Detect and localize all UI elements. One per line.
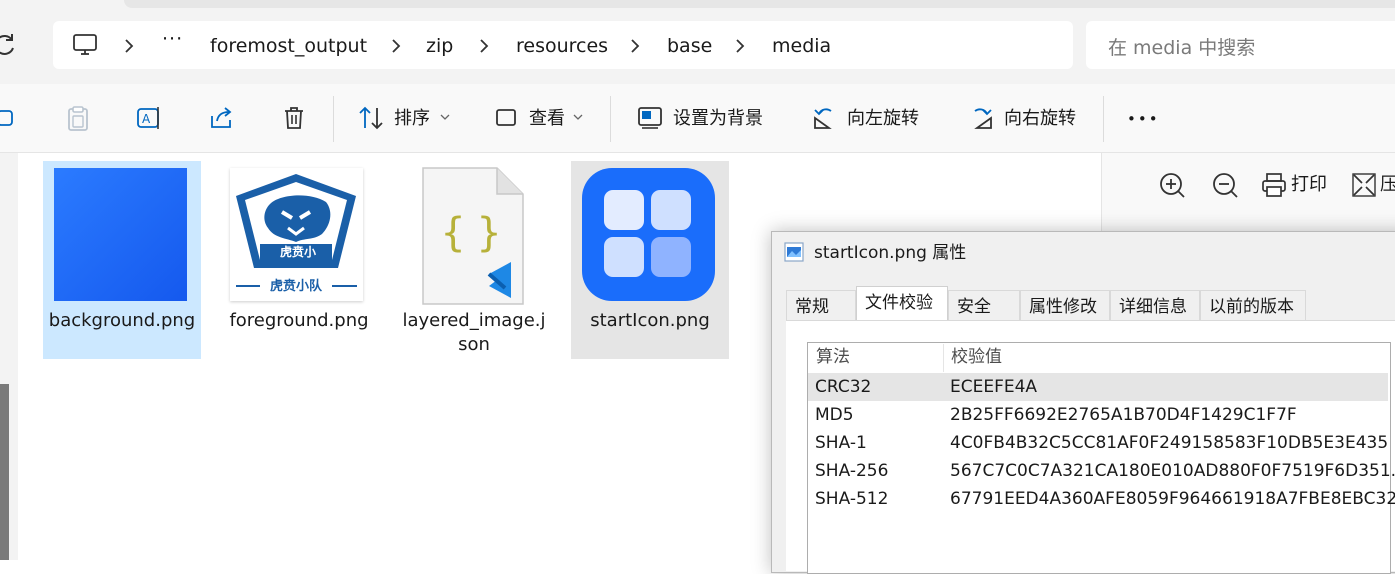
chevron-right-icon[interactable] (389, 37, 403, 55)
breadcrumb-resources[interactable]: resources (516, 33, 608, 59)
tab-strip (124, 0, 1395, 8)
table-row[interactable]: SHA-512 67791EED4A360AFE8059F964661918A7… (808, 485, 1395, 513)
algorithm-cell: CRC32 (815, 377, 872, 397)
tab-checksum[interactable]: 文件校验 (856, 286, 948, 322)
tab-general[interactable]: 常规 (786, 290, 856, 320)
paste-icon[interactable] (64, 104, 92, 132)
chevron-down-icon[interactable] (440, 113, 450, 121)
breadcrumb-zip[interactable]: zip (426, 33, 453, 59)
set-background-icon[interactable] (636, 104, 664, 132)
table-row[interactable]: SHA-256 567C7C0C7A321CA180E010AD880F0F75… (808, 457, 1395, 485)
delete-icon[interactable] (280, 104, 308, 132)
chevron-right-icon[interactable] (628, 37, 642, 55)
algorithm-cell: SHA-256 (815, 461, 889, 481)
dialog-title: startIcon.png 属性 (814, 243, 967, 263)
table-row[interactable]: MD5 2B25FF6692E2765A1B70D4F1429C1F7F (808, 401, 1388, 429)
rotate-left-icon[interactable] (811, 104, 839, 132)
breadcrumb-foremost-output[interactable]: foremost_output (210, 33, 367, 59)
svg-text:}: } (477, 210, 501, 256)
image-file-icon (784, 242, 804, 262)
table-row[interactable]: SHA-1 4C0FB4B32C5CC81AF0F249158583F10DB5… (808, 429, 1388, 457)
table-row[interactable]: CRC32 ECEEFE4A (808, 373, 1388, 401)
svg-text:{: { (441, 210, 465, 256)
tiger-team-logo-icon: 虎贲小队 虎贲小队 (230, 168, 363, 301)
checksum-cell: ECEEFE4A (950, 377, 1038, 397)
checksum-cell: 567C7C0C7A321CA180E010AD880F0F7519F6D351… (950, 461, 1395, 481)
checksum-cell: 2B25FF6692E2765A1B70D4F1429C1F7F (950, 405, 1297, 425)
blue-gradient-image-icon (54, 168, 187, 301)
file-item-foreground[interactable]: 虎贲小队 虎贲小队 foreground.png (220, 161, 378, 359)
tab-security[interactable]: 安全 (948, 290, 1020, 320)
algorithm-cell: SHA-512 (815, 489, 889, 509)
file-item-layered-image[interactable]: { } layered_image.json (395, 161, 553, 359)
view-button[interactable]: 查看 (529, 106, 565, 132)
file-name: startIcon.png (590, 310, 710, 331)
chevron-right-icon[interactable] (477, 37, 491, 55)
checksum-cell: 4C0FB4B32C5CC81AF0F249158583F10DB5E3E435 (950, 433, 1389, 453)
list-header (808, 343, 1388, 372)
rotate-right-button[interactable]: 向右旋转 (1004, 106, 1076, 132)
toolbar-divider (333, 96, 334, 142)
rename-icon[interactable]: A (136, 104, 164, 132)
column-header-checksum[interactable]: 校验值 (951, 345, 1002, 369)
compress-icon[interactable] (1350, 171, 1378, 199)
set-background-button[interactable]: 设置为背景 (673, 106, 763, 132)
rotate-left-button[interactable]: 向左旋转 (847, 106, 919, 132)
column-divider[interactable] (943, 344, 944, 372)
logo-text: 虎贲小队 (279, 245, 316, 259)
chevron-right-icon[interactable] (122, 37, 136, 55)
toolbar-divider (1103, 96, 1104, 142)
app-grid-icon (582, 168, 715, 301)
file-name: layered_image.json (402, 310, 546, 355)
nav-scrollbar[interactable] (0, 384, 9, 560)
breadcrumb-base[interactable]: base (667, 33, 712, 59)
this-pc-icon[interactable] (72, 33, 98, 57)
copy-icon[interactable] (0, 104, 20, 132)
rotate-right-icon[interactable] (967, 104, 995, 132)
file-name: foreground.png (229, 310, 369, 331)
algorithm-cell: MD5 (815, 405, 854, 425)
toolbar-divider (610, 96, 611, 142)
breadcrumb-overflow[interactable]: ··· (162, 28, 183, 50)
share-icon[interactable] (208, 104, 236, 132)
logo-banner-text: 虎贲小队 (269, 279, 322, 294)
zoom-in-icon[interactable] (1158, 171, 1186, 199)
view-icon[interactable] (493, 104, 521, 132)
more-options-button[interactable]: ••• (1127, 106, 1160, 132)
print-button[interactable]: 打印 (1291, 172, 1327, 198)
print-icon[interactable] (1260, 171, 1288, 199)
sort-icon[interactable] (357, 104, 385, 132)
algorithm-cell: SHA-1 (815, 433, 867, 453)
column-header-algorithm[interactable]: 算法 (816, 345, 850, 369)
tab-previous-versions[interactable]: 以前的版本 (1200, 290, 1306, 320)
chevron-right-icon[interactable] (733, 37, 747, 55)
refresh-icon[interactable] (0, 30, 20, 60)
file-item-starticon[interactable]: startIcon.png (571, 161, 729, 359)
checksum-cell: 67791EED4A360AFE8059F964661918A7FBE8EBC3… (950, 489, 1395, 509)
svg-text:A: A (142, 112, 151, 126)
compress-button[interactable]: 压 (1380, 172, 1395, 198)
sort-button[interactable]: 排序 (394, 106, 430, 132)
json-file-icon: { } (422, 167, 524, 305)
tab-details[interactable]: 详细信息 (1110, 290, 1200, 320)
search-placeholder: 在 media 中搜索 (1108, 37, 1256, 59)
file-name: background.png (48, 310, 196, 331)
chevron-down-icon[interactable] (573, 113, 583, 121)
breadcrumb-media[interactable]: media (772, 33, 831, 59)
zoom-out-icon[interactable] (1211, 171, 1239, 199)
file-item-background[interactable]: background.png (43, 161, 201, 359)
tab-attribute-edit[interactable]: 属性修改 (1020, 290, 1110, 320)
